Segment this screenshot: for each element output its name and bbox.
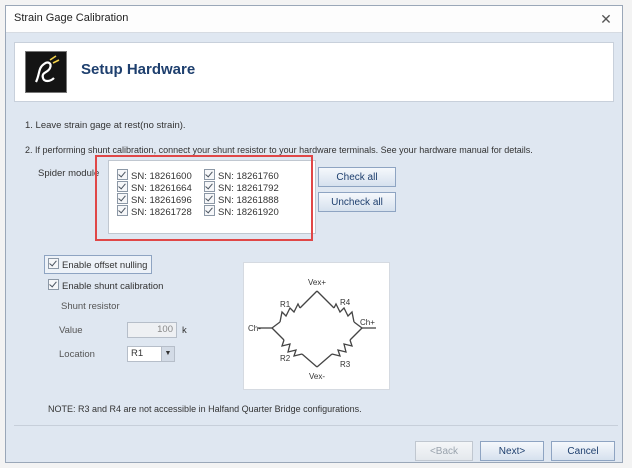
check-all-button[interactable]: Check all — [318, 167, 396, 187]
shunt-resistor-group: Shunt resistor Value 100 k Location R1 ▼ — [55, 295, 215, 380]
shunt-resistor-title: Shunt resistor — [61, 301, 120, 312]
window-title: Strain Gage Calibration — [14, 12, 129, 24]
value-label: Value — [59, 325, 83, 336]
shunt-calibration-checkbox[interactable]: Enable shunt calibration — [48, 279, 163, 292]
highlight-annotation — [95, 155, 313, 241]
r2-label: R2 — [280, 354, 291, 363]
strain-gage-logo-icon — [25, 51, 67, 93]
ch-plus-label: Ch+ — [360, 318, 375, 327]
uncheck-all-button[interactable]: Uncheck all — [318, 192, 396, 212]
checkbox-checked-icon — [48, 279, 59, 290]
r3-label: R3 — [340, 360, 351, 369]
checkbox-checked-icon — [48, 258, 59, 269]
next-button[interactable]: Next> — [480, 441, 544, 461]
instruction-step-1: 1. Leave strain gage at rest(no strain). — [25, 120, 186, 131]
bridge-diagram: Vex+ Vex- Ch- Ch+ R1 R4 R2 R3 — [243, 262, 390, 390]
title-bar: Strain Gage Calibration ✕ — [6, 6, 622, 33]
location-select[interactable]: R1 ▼ — [127, 346, 175, 362]
back-button[interactable]: <Back — [415, 441, 473, 461]
instruction-step-2: 2. If performing shunt calibration, conn… — [25, 145, 533, 155]
r4-label: R4 — [340, 298, 351, 307]
wizard-header: Setup Hardware — [14, 42, 614, 102]
location-label: Location — [59, 349, 95, 360]
r1-label: R1 — [280, 300, 291, 309]
vex-plus-label: Vex+ — [308, 278, 326, 287]
footer-divider — [14, 425, 618, 426]
page-title: Setup Hardware — [81, 61, 196, 78]
offset-nulling-checkbox[interactable]: Enable offset nulling — [44, 255, 153, 274]
chevron-down-icon: ▼ — [161, 347, 174, 361]
shunt-value-field[interactable]: 100 — [127, 322, 177, 338]
value-unit: k — [182, 325, 187, 336]
spider-module-label: Spider module — [38, 168, 100, 179]
cancel-button[interactable]: Cancel — [551, 441, 615, 461]
vex-minus-label: Vex- — [309, 372, 325, 381]
ch-minus-label: Ch- — [248, 324, 261, 333]
configuration-note: NOTE: R3 and R4 are not accessible in Ha… — [48, 404, 362, 414]
close-icon: ✕ — [600, 11, 612, 27]
close-button[interactable]: ✕ — [596, 9, 616, 29]
